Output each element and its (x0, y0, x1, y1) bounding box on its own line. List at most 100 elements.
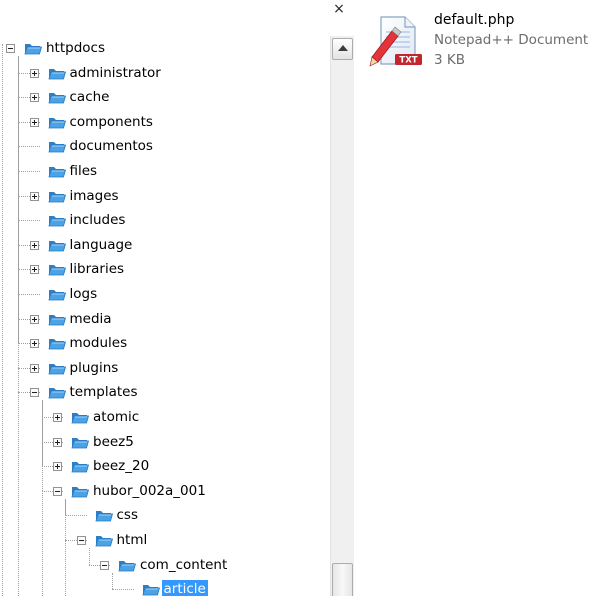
tree-item-label[interactable]: hubor_002a_001 (91, 482, 208, 500)
tree-item-components[interactable]: components (0, 110, 330, 134)
tree-item-label[interactable]: language (68, 236, 135, 254)
file-type: Notepad++ Document (434, 32, 589, 48)
tree-item-label[interactable]: media (68, 310, 114, 328)
folder-icon (47, 138, 66, 154)
txt-badge: TXT (399, 56, 417, 66)
tree-item-images[interactable]: images (0, 184, 330, 208)
expand-plus-icon[interactable] (29, 191, 39, 201)
tree-connector-line (112, 589, 134, 591)
expand-plus-icon[interactable] (29, 314, 39, 324)
tree-item-modules[interactable]: modules (0, 331, 330, 355)
tree-item-beez-20[interactable]: beez_20 (0, 454, 330, 478)
expand-plus-icon[interactable] (29, 68, 39, 78)
folder-icon (47, 89, 66, 105)
tree-item-css[interactable]: css (0, 503, 330, 527)
collapse-minus-icon[interactable] (100, 560, 109, 570)
tree-item-label[interactable]: cache (68, 88, 112, 106)
folder-icon (47, 335, 66, 351)
tree-connector-line (18, 294, 40, 295)
tree-item-atomic[interactable]: atomic (0, 405, 330, 429)
tree-item-label[interactable]: httpdocs (44, 39, 107, 57)
collapse-minus-icon[interactable] (29, 388, 39, 398)
expand-plus-icon[interactable] (29, 265, 39, 275)
scroll-up-button[interactable] (332, 38, 353, 60)
tree-item-httpdocs[interactable]: httpdocs (0, 36, 330, 60)
tree-connector-line (18, 146, 40, 148)
tree-item-label[interactable]: images (68, 187, 121, 205)
tree-item-com-content[interactable]: com_content (0, 553, 330, 577)
tree-item-label[interactable]: atomic (91, 408, 141, 426)
tree-item-beez5[interactable]: beez5 (0, 430, 330, 454)
folder-icon (94, 532, 113, 548)
expand-plus-icon[interactable] (29, 93, 39, 103)
tree-item-logs[interactable]: logs (0, 282, 330, 306)
folder-icon (47, 286, 66, 302)
scroll-thumb[interactable] (332, 563, 353, 596)
folder-icon (118, 557, 137, 573)
file-size: 3 KB (434, 52, 465, 68)
tree-item-plugins[interactable]: plugins (0, 356, 330, 380)
tree-item-label[interactable]: documentos (68, 137, 155, 155)
folder-tree-pane[interactable]: × httpdocs administrator cache components do… (0, 0, 358, 596)
tree-item-templates[interactable]: templates (0, 380, 330, 404)
tree-item-hubor-002a-001[interactable]: hubor_002a_001 (0, 479, 330, 503)
tree-connector-line (18, 220, 40, 222)
file-name[interactable]: default.php (434, 12, 514, 28)
collapse-minus-icon[interactable] (6, 44, 15, 53)
collapse-minus-icon[interactable] (53, 486, 62, 496)
folder-icon (141, 581, 160, 596)
tree-connector-line (18, 171, 40, 172)
tree-item-label[interactable]: components (68, 113, 155, 131)
folder-icon (94, 507, 113, 523)
expand-plus-icon[interactable] (29, 240, 39, 250)
tree-item-libraries[interactable]: libraries (0, 257, 330, 281)
folder-icon (71, 458, 90, 474)
tree-item-files[interactable]: files (0, 159, 330, 183)
tree-item-label[interactable]: html (115, 531, 150, 549)
tree-item-html[interactable]: html (0, 528, 330, 552)
folder-icon (47, 237, 66, 253)
folder-icon (47, 360, 66, 376)
folder-icon (47, 212, 66, 228)
expand-plus-icon[interactable] (29, 339, 39, 349)
tree-item-media[interactable]: media (0, 307, 330, 331)
tree-item-language[interactable]: language (0, 233, 330, 257)
tree-item-includes[interactable]: includes (0, 208, 330, 232)
tree-item-cache[interactable]: cache (0, 85, 330, 109)
folder-icon (71, 434, 90, 450)
folder-icon (47, 65, 66, 81)
tree-item-label[interactable]: plugins (68, 359, 121, 377)
expand-plus-icon[interactable] (29, 117, 39, 127)
folder-icon (47, 188, 66, 204)
tree-item-label[interactable]: beez_20 (91, 457, 151, 475)
notepad-plus-plus-file-icon[interactable]: TXT (368, 14, 424, 70)
folder-icon (24, 40, 43, 56)
tree-item-administrator[interactable]: administrator (0, 61, 330, 85)
tree-item-label[interactable]: logs (68, 285, 100, 303)
tree-item-label[interactable]: includes (68, 211, 128, 229)
tree-item-label[interactable]: administrator (68, 64, 163, 82)
expand-plus-icon[interactable] (53, 413, 62, 422)
expand-plus-icon[interactable] (29, 363, 39, 373)
folder-icon (71, 483, 90, 499)
tree-item-label[interactable]: files (68, 162, 100, 180)
tree-item-label[interactable]: article (161, 580, 208, 596)
tree-item-label[interactable]: modules (68, 334, 130, 352)
tree-item-label[interactable]: css (115, 506, 141, 524)
tree-item-label[interactable]: templates (68, 383, 140, 401)
tree-scrollbar[interactable] (330, 36, 354, 596)
tree-item-label[interactable]: libraries (68, 260, 127, 278)
folder-icon (71, 409, 90, 425)
tree-connector-line (65, 515, 87, 517)
tree-item-documentos[interactable]: documentos (0, 134, 330, 158)
tree-item-label[interactable]: beez5 (91, 433, 136, 451)
close-icon[interactable]: × (332, 2, 346, 16)
folder-icon (47, 261, 66, 277)
folder-icon (47, 163, 66, 179)
expand-plus-icon[interactable] (53, 437, 62, 447)
collapse-minus-icon[interactable] (76, 536, 86, 545)
tree-item-label[interactable]: com_content (138, 556, 229, 574)
tree-item-article[interactable]: article (0, 577, 330, 596)
expand-plus-icon[interactable] (53, 462, 62, 472)
folder-icon (47, 311, 66, 327)
